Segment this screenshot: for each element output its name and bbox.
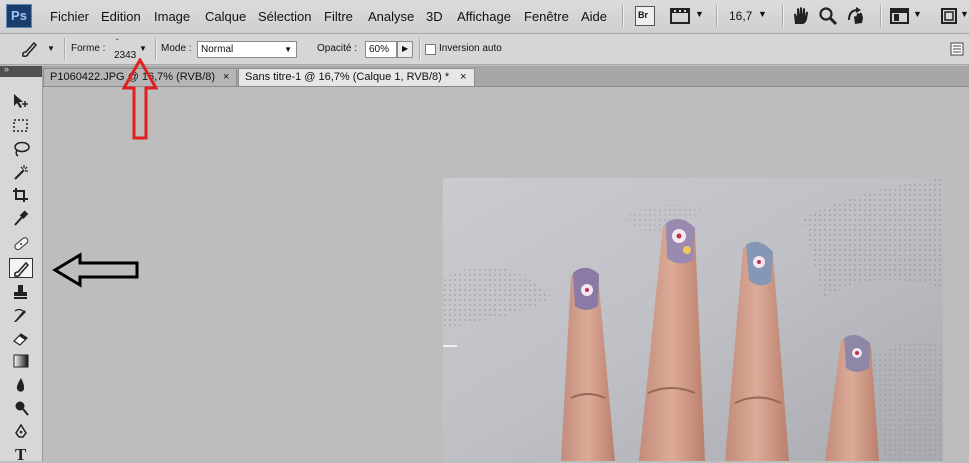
type-icon: T [15, 445, 27, 461]
tool-eyedropper[interactable] [9, 208, 33, 228]
blur-icon [16, 378, 25, 392]
close-icon[interactable]: × [460, 69, 466, 86]
menu-fenetre[interactable]: Fenêtre [524, 9, 569, 24]
lasso-icon [14, 141, 30, 157]
zoom-tool-button[interactable] [818, 6, 840, 26]
tool-lasso[interactable] [9, 139, 33, 159]
tool-blur[interactable] [9, 375, 33, 395]
opacite-label: Opacité : [317, 43, 358, 54]
document-tab-bar: P1060422.JPG @ 16,7% (RVB/8) × Sans titr… [42, 66, 969, 87]
chevron-down-icon: ▼ [284, 45, 292, 54]
tool-history-brush[interactable] [9, 305, 33, 325]
black-arrow-annotation [52, 252, 139, 288]
tool-brush[interactable] [9, 258, 33, 278]
arrange-documents-icon [890, 8, 909, 24]
inversion-label: Inversion auto [439, 43, 502, 54]
view-extras-button[interactable]: ▼ [670, 6, 706, 26]
bridge-button[interactable]: Br [635, 6, 655, 26]
red-arrow-annotation [122, 58, 158, 140]
nails-photo [443, 178, 943, 461]
mode-value: Normal [201, 44, 234, 55]
tool-preset-picker[interactable]: ▼ [20, 40, 58, 58]
tool-clone-stamp[interactable] [9, 282, 33, 302]
menu-affichage[interactable]: Affichage [457, 9, 511, 24]
tool-gradient[interactable] [9, 351, 33, 371]
tool-healing[interactable] [9, 234, 33, 254]
screen-mode-button[interactable]: ▼ [940, 6, 969, 26]
chevron-down-icon: ▼ [695, 9, 704, 19]
tab-sans-titre-1[interactable]: Sans titre-1 @ 16,7% (Calque 1, RVB/8) *… [238, 68, 475, 86]
close-icon[interactable]: × [223, 69, 229, 86]
tool-pen[interactable] [9, 422, 33, 442]
tool-dodge[interactable] [9, 398, 33, 418]
pen-icon [15, 424, 27, 438]
panel-menu-icon [950, 42, 964, 56]
panel-menu-button[interactable] [950, 42, 964, 56]
chevron-down-icon: ▼ [960, 9, 969, 19]
hand-icon [794, 7, 808, 24]
zoom-icon [819, 7, 838, 26]
menu-analyse[interactable]: Analyse [368, 9, 414, 24]
brush-preview-icon: ˇ [116, 38, 119, 47]
forme-label: Forme : [71, 43, 106, 54]
opacite-input[interactable]: 60% [365, 41, 397, 58]
collapse-icon: » [4, 64, 10, 74]
opacite-value: 60% [369, 44, 390, 55]
menu-calque[interactable]: Calque [205, 9, 246, 24]
arrange-documents-button[interactable]: ▼ [890, 6, 926, 26]
marquee-icon [13, 119, 28, 132]
zoom-level-value: 16,7 [729, 9, 753, 23]
photoshop-logo: Ps [6, 4, 32, 28]
opacite-slider-button[interactable]: ▶ [397, 41, 413, 58]
inversion-checkbox[interactable] [425, 44, 436, 55]
tool-eraser[interactable] [9, 328, 33, 348]
mode-label: Mode : [161, 43, 192, 54]
move-icon [14, 94, 28, 108]
menu-aide[interactable]: Aide [581, 9, 607, 24]
bridge-icon: Br [638, 10, 649, 20]
menu-3d[interactable]: 3D [426, 9, 443, 24]
gradient-icon [13, 354, 29, 368]
brush-icon [14, 261, 30, 277]
tool-move[interactable] [9, 91, 33, 111]
chevron-down-icon: ▼ [758, 9, 767, 19]
chevron-down-icon: ▼ [139, 44, 147, 53]
film-view-icon [670, 8, 690, 24]
chevron-right-icon: ▶ [402, 44, 409, 53]
magic-wand-icon [14, 165, 28, 180]
eyedropper-icon [14, 210, 29, 226]
mode-select[interactable]: Normal ▼ [197, 41, 297, 58]
dodge-icon [15, 401, 29, 416]
toolbox: » T [0, 64, 43, 463]
tool-type[interactable]: T [9, 443, 33, 463]
chevron-down-icon: ▼ [913, 9, 922, 19]
rotate-view-icon [848, 7, 863, 24]
menu-selection[interactable]: Sélection [258, 9, 311, 24]
rotate-view-button[interactable] [846, 6, 868, 26]
svg-text:T: T [15, 445, 27, 461]
tab-title: Sans titre-1 @ 16,7% (Calque 1, RVB/8) * [245, 71, 450, 83]
history-brush-icon [14, 308, 26, 322]
tool-crop[interactable] [9, 185, 33, 205]
crop-icon [13, 188, 28, 202]
menu-image[interactable]: Image [154, 9, 190, 24]
eraser-icon [13, 333, 28, 346]
chevron-down-icon: ▼ [47, 44, 55, 53]
hand-tool-button[interactable] [790, 6, 812, 26]
menu-filtre[interactable]: Filtre [324, 9, 353, 24]
document-image[interactable] [443, 178, 943, 461]
tool-marquee[interactable] [9, 116, 33, 136]
clone-stamp-icon [14, 285, 27, 299]
zoom-level-select[interactable]: 16,7 ▼ [724, 6, 774, 26]
healing-icon [14, 237, 29, 251]
menu-fichier[interactable]: Fichier [50, 9, 89, 24]
menu-edition[interactable]: Edition [101, 9, 141, 24]
toolbox-header[interactable]: » [0, 64, 42, 77]
menu-bar: Ps Fichier Edition Image Calque Sélectio… [0, 0, 969, 34]
screen-mode-icon [941, 8, 957, 24]
brush-icon [22, 41, 38, 57]
tool-magic-wand[interactable] [9, 162, 33, 182]
